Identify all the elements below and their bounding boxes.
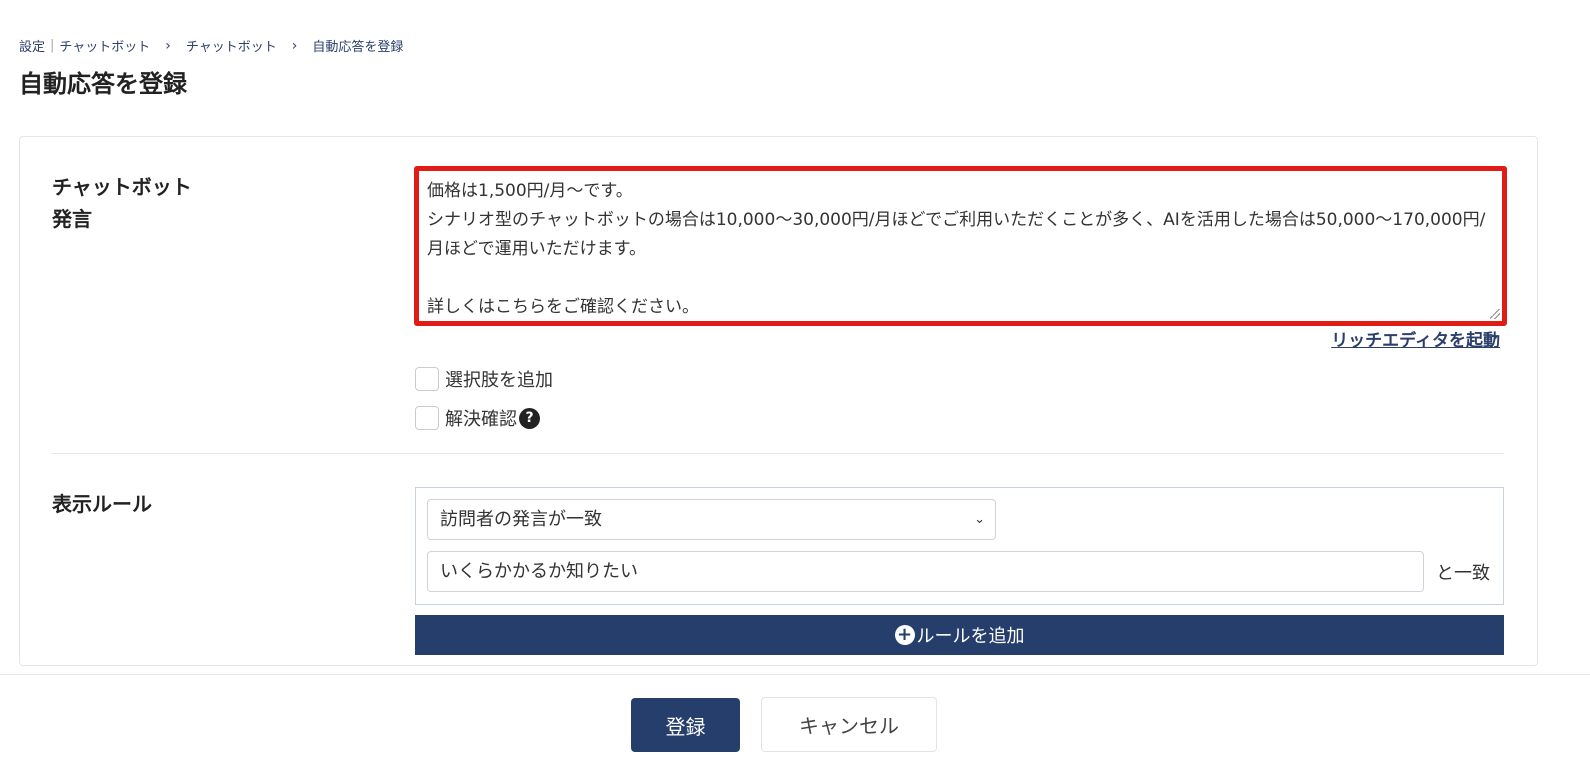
- rich-editor-link[interactable]: リッチエディタを起動: [1331, 326, 1500, 351]
- breadcrumb-current: 自動応答を登録: [312, 40, 404, 55]
- breadcrumb: 設定 | チャットボット › チャットボット › 自動応答を登録: [19, 36, 404, 56]
- chevron-right-icon: ›: [1492, 328, 1498, 346]
- section-divider: [52, 453, 1504, 454]
- add-choice-checkbox-row[interactable]: 選択肢を追加: [415, 366, 553, 392]
- question-circle-icon[interactable]: ?: [519, 407, 540, 429]
- breadcrumb-chatbot[interactable]: チャットボット: [186, 36, 277, 55]
- plus-circle-icon: +: [894, 625, 915, 645]
- rule-condition-selected: 訪問者の発言が一致: [440, 509, 602, 530]
- bot-message-label: チャットボット 発言: [52, 171, 192, 235]
- display-rule-label: 表示ルール: [52, 492, 152, 516]
- resolve-confirm-checkbox[interactable]: [415, 406, 439, 430]
- bot-message-label-line2: 発言: [52, 207, 92, 231]
- rule-value-input[interactable]: いくらかかるか知りたい: [427, 551, 1424, 592]
- resolve-confirm-checkbox-row[interactable]: 解決確認 ?: [415, 405, 540, 431]
- bot-message-textarea[interactable]: 価格は1,500円/月～です。 シナリオ型のチャットボットの場合は10,000～…: [419, 171, 1502, 321]
- breadcrumb-separator: |: [50, 38, 55, 53]
- add-choice-checkbox[interactable]: [415, 367, 439, 391]
- footer-divider: [0, 674, 1590, 675]
- page-title: 自動応答を登録: [19, 70, 187, 98]
- add-rule-button[interactable]: + ルールを追加: [415, 615, 1504, 655]
- add-choice-label: 選択肢を追加: [445, 370, 553, 391]
- breadcrumb-settings[interactable]: 設定: [19, 36, 45, 55]
- bot-message-label-line1: チャットボット: [52, 175, 192, 199]
- chevron-right-icon: ›: [165, 37, 171, 54]
- chevron-right-icon: ›: [291, 37, 298, 54]
- add-rule-label: ルールを追加: [916, 626, 1025, 647]
- rule-match-suffix: と一致: [1436, 563, 1490, 584]
- register-button[interactable]: 登録: [631, 698, 740, 752]
- resize-grip-icon[interactable]: [1490, 309, 1500, 319]
- chevron-down-icon: ⌄: [974, 512, 985, 527]
- rule-condition-select[interactable]: 訪問者の発言が一致 ⌄: [427, 499, 996, 540]
- cancel-button[interactable]: キャンセル: [761, 697, 937, 752]
- resolve-confirm-label: 解決確認: [445, 409, 517, 430]
- bot-message-textarea-highlight: 価格は1,500円/月～です。 シナリオ型のチャットボットの場合は10,000～…: [414, 166, 1507, 326]
- breadcrumb-chatbot-section[interactable]: チャットボット: [59, 36, 150, 55]
